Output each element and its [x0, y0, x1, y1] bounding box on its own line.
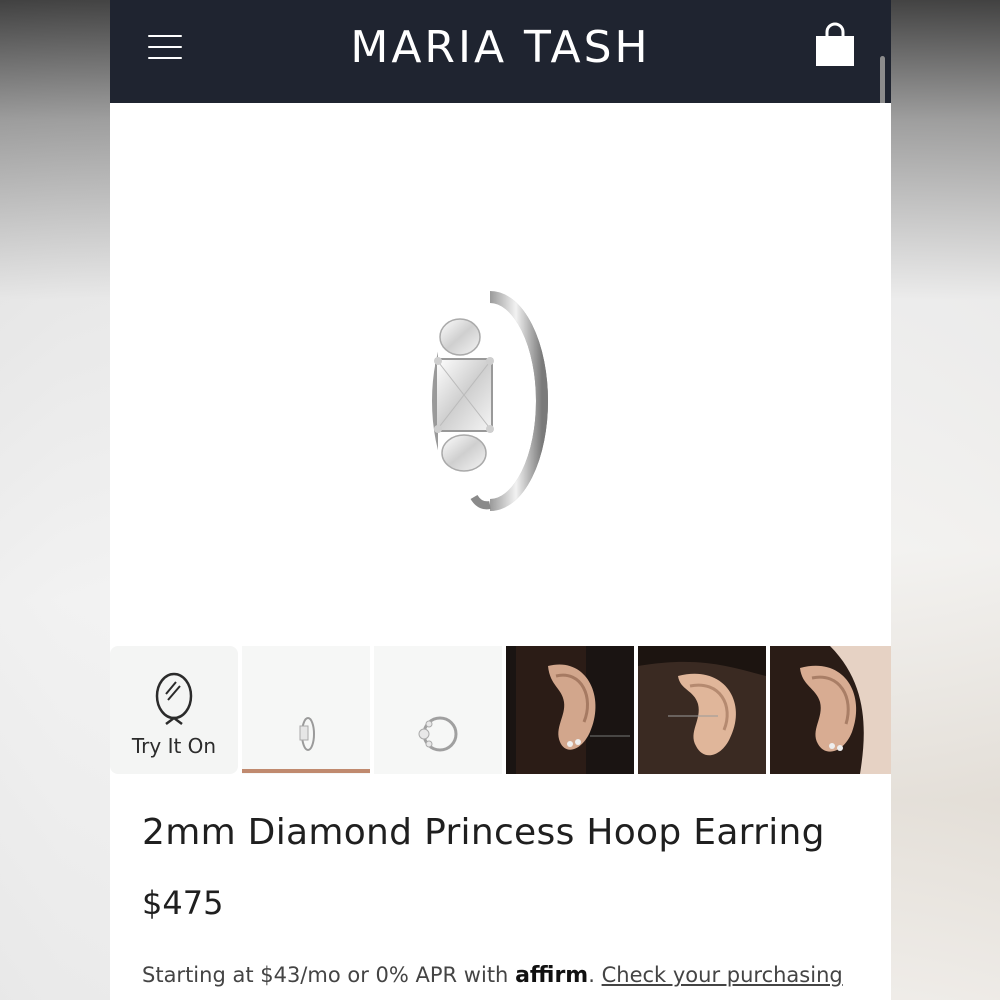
product-price: $475 — [142, 884, 224, 922]
financing-text: Starting at $43/mo or 0% APR with — [142, 963, 509, 987]
affirm-logo: affirm — [515, 963, 589, 988]
thumbnail-strip: Try It On — [110, 646, 891, 774]
backdrop-right — [891, 0, 1000, 1000]
hoop-earring-image — [432, 283, 548, 513]
ear-model-1-image — [506, 646, 634, 774]
financing-message: Starting at $43/mo or 0% APR with affirm… — [142, 963, 843, 988]
top-navigation-bar: MARIA TASH — [110, 0, 891, 103]
shopping-bag-icon[interactable] — [814, 22, 856, 68]
mirror-icon — [155, 672, 193, 725]
brand-logo[interactable]: MARIA TASH — [110, 22, 891, 73]
thumbnail-ear-model-2[interactable] — [638, 646, 766, 774]
product-title: 2mm Diamond Princess Hoop Earring — [142, 812, 825, 853]
mobile-page: MARIA TASH Try It On 2mm Diamond Princes… — [110, 0, 891, 1000]
ear-model-3-image — [770, 646, 891, 774]
thumbnail-ear-model-1[interactable] — [506, 646, 634, 774]
try-it-on-button[interactable]: Try It On — [110, 646, 238, 774]
product-main-image[interactable] — [110, 103, 891, 645]
try-it-on-label: Try It On — [131, 734, 217, 758]
active-thumbnail-indicator — [242, 769, 370, 773]
thumbnail-hoop-front[interactable] — [374, 646, 502, 774]
thumbnail-hoop-side[interactable] — [242, 646, 370, 774]
backdrop-left — [0, 0, 110, 1000]
thumbnail-ear-model-3[interactable] — [770, 646, 891, 774]
hoop-front-thumbnail-image — [418, 716, 458, 752]
check-purchasing-power-link[interactable]: Check your purchasing — [602, 963, 843, 987]
ear-model-2-image — [638, 646, 766, 774]
financing-separator: . — [588, 963, 595, 987]
hoop-side-thumbnail-image — [299, 717, 315, 751]
